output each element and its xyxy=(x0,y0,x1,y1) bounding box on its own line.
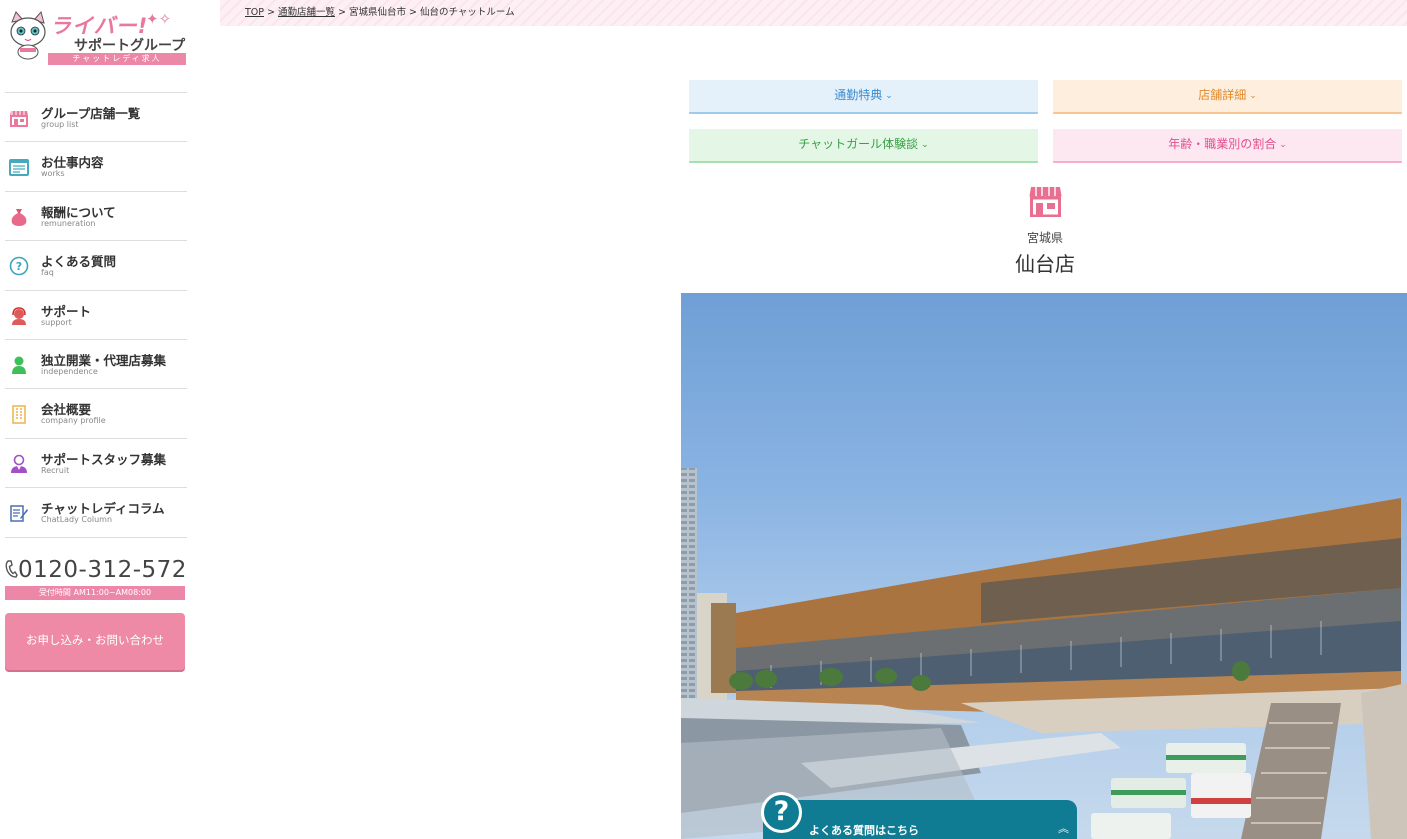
faq-label: よくある質問はこちら xyxy=(809,824,919,837)
breadcrumb-bar: TOP > 通勤店舗一覧 > 宮城県仙台市 > 仙台のチャットルーム xyxy=(220,0,1407,26)
chevron-down-icon: ⌄ xyxy=(921,140,929,150)
shop-icon xyxy=(1029,187,1062,217)
chevron-down-icon: ⌄ xyxy=(885,91,893,101)
sidebar-item-sublabel: ChatLady Column xyxy=(41,515,113,525)
sidebar-item-faq[interactable]: ? よくある質問 faq xyxy=(5,241,187,291)
breadcrumb-separator: > xyxy=(338,7,346,18)
page: ライバー! ✦✧ サポートグループ チャットレディ求人 グループ店舗一覧 gro… xyxy=(0,0,1407,839)
store-name: 仙台店 xyxy=(1015,252,1075,276)
phone-icon xyxy=(5,560,18,578)
sidebar-item-remuneration[interactable]: 報酬について remuneration xyxy=(5,192,187,242)
faq-floating-bar[interactable]: ? よくある質問はこちら ︽ xyxy=(761,792,1077,839)
pencil-note-icon xyxy=(10,505,28,522)
tab-experiences[interactable]: チャットガール体験談 ⌄ xyxy=(689,129,1038,163)
question-icon: ? xyxy=(9,256,29,276)
tab-label: チャットガール体験談 xyxy=(798,137,919,151)
tab-label: 店舗詳細 xyxy=(1198,88,1247,102)
tab-label: 年齢・職業別の割合 xyxy=(1168,137,1277,151)
sidebar-item-sublabel: support xyxy=(41,317,72,327)
chevron-up-icon: ︽ xyxy=(1058,822,1069,835)
shop-icon xyxy=(10,111,28,127)
phone-number[interactable]: 0120-312-572 xyxy=(4,557,188,583)
chevron-down-icon: ⌄ xyxy=(1279,140,1287,150)
tab-commute-benefits[interactable]: 通勤特典 ⌄ xyxy=(689,80,1038,114)
sidebar-item-company[interactable]: 会社概要 company profile xyxy=(5,389,187,439)
breadcrumb-separator: > xyxy=(267,7,275,18)
business-hours: 受付時間 AM11:00~AM08:00 xyxy=(5,586,185,600)
sidebar-item-independence[interactable]: 独立開業・代理店募集 independence xyxy=(5,340,187,390)
store-prefecture: 宮城県 xyxy=(1026,231,1063,245)
question-icon: ? xyxy=(761,792,802,833)
site-logo[interactable]: ライバー! ✦✧ サポートグループ チャットレディ求人 xyxy=(4,6,188,68)
breadcrumb-top-link[interactable]: TOP xyxy=(245,7,264,18)
money-bag-icon xyxy=(11,208,27,226)
breadcrumb-store-list-link[interactable]: 通勤店舗一覧 xyxy=(278,7,335,18)
headset-icon xyxy=(12,306,26,325)
sidebar-nav: グループ店舗一覧 group list お仕事内容 works 報酬について r… xyxy=(5,92,187,538)
store-photo xyxy=(681,293,1407,839)
logo-subtitle: サポートグループ xyxy=(74,38,186,54)
sidebar-item-sublabel: company profile xyxy=(41,416,106,426)
sidebar: ライバー! ✦✧ サポートグループ チャットレディ求人 グループ店舗一覧 gro… xyxy=(0,0,192,839)
tab-label: 通勤特典 xyxy=(834,88,883,102)
sidebar-item-group-list[interactable]: グループ店舗一覧 group list xyxy=(5,93,187,143)
sidebar-item-sublabel: remuneration xyxy=(41,218,96,228)
sidebar-item-sublabel: works xyxy=(41,169,65,179)
chevron-down-icon: ⌄ xyxy=(1249,91,1257,101)
phone-number-text: 0120-312-572 xyxy=(18,557,187,583)
apply-contact-button[interactable]: お申し込み・お問い合わせ xyxy=(5,613,185,670)
logo-band: チャットレディ求人 xyxy=(48,53,186,65)
breadcrumb-separator: > xyxy=(408,7,417,18)
breadcrumb-current: 仙台のチャットルーム xyxy=(419,7,515,18)
document-icon xyxy=(9,159,29,177)
person-icon xyxy=(12,356,26,374)
sidebar-item-works[interactable]: お仕事内容 works xyxy=(5,142,187,192)
breadcrumb-city: 宮城県仙台市 xyxy=(348,7,406,18)
sparkle-icon: ✦✧ xyxy=(146,10,172,28)
sidebar-item-sublabel: Recruit xyxy=(41,465,70,475)
staff-icon xyxy=(11,454,27,473)
sidebar-item-support[interactable]: サポート support xyxy=(5,291,187,340)
sidebar-item-recruit[interactable]: サポートスタッフ募集 Recruit xyxy=(5,439,187,489)
sidebar-item-column[interactable]: チャットレディコラム ChatLady Column xyxy=(5,488,187,538)
tab-store-details[interactable]: 店舗詳細 ⌄ xyxy=(1053,80,1402,114)
sidebar-item-sublabel: group list xyxy=(41,120,79,129)
sidebar-item-sublabel: independence xyxy=(41,366,98,376)
cat-mascot-icon xyxy=(10,10,46,60)
tab-age-occupation-ratio[interactable]: 年齢・職業別の割合 ⌄ xyxy=(1053,129,1402,163)
sidebar-item-sublabel: faq xyxy=(41,268,54,278)
station-illustration xyxy=(681,468,1407,839)
svg-text:?: ? xyxy=(16,260,22,273)
building-icon xyxy=(12,405,26,425)
breadcrumb: TOP > 通勤店舗一覧 > 宮城県仙台市 > 仙台のチャットルーム xyxy=(245,4,515,18)
